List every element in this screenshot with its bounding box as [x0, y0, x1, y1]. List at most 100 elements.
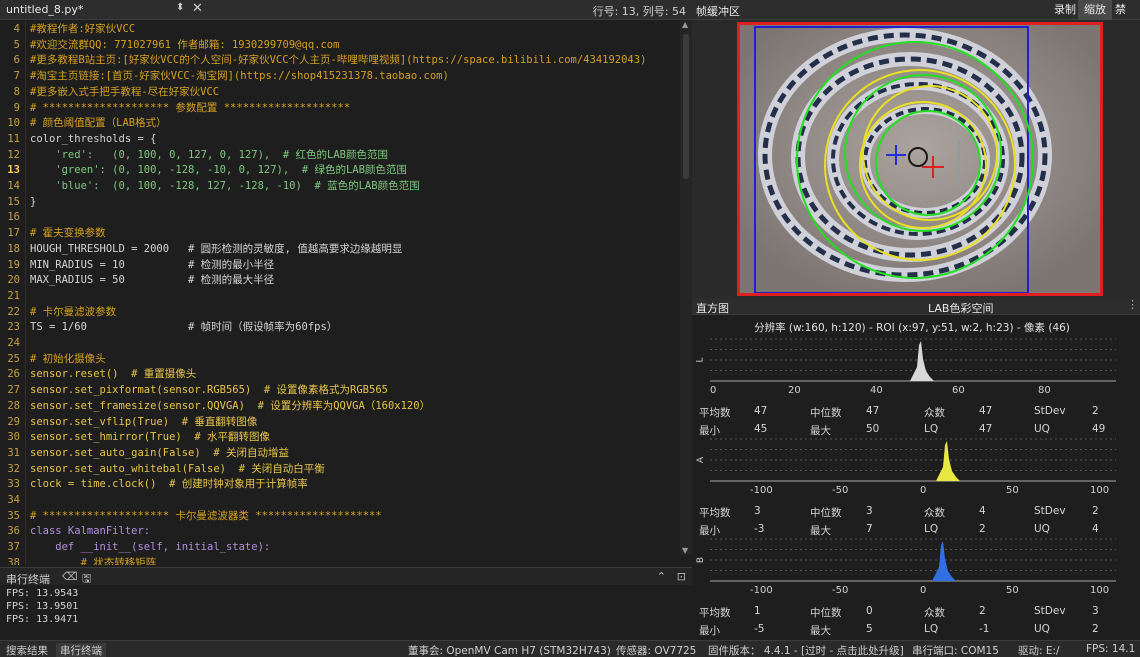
line-number: 16: [7, 211, 20, 224]
code-line[interactable]: 17 # 霍夫变换参数: [0, 226, 105, 242]
code-line[interactable]: 13 'green': (0, 100, -128, -10, 0, 127),…: [0, 163, 407, 179]
code-line[interactable]: 18 HOUGH_THRESHOLD = 2000 # 圆形检测的灵敏度, 值越高…: [0, 242, 402, 258]
line-number: 24: [7, 337, 20, 349]
stat-label-median: 中位数: [810, 407, 842, 419]
line-number: 5: [13, 38, 20, 51]
file-tab[interactable]: untitled_8.py*: [6, 3, 83, 16]
line-number: 25: [7, 352, 20, 365]
file-switch-icon[interactable]: ⬍: [176, 2, 184, 13]
code-line[interactable]: 20 MAX_RADIUS = 50 # 检测的最大半径: [0, 273, 274, 289]
histogram-peak: [936, 441, 960, 481]
code-text: def __init__(self, initial_state):: [30, 541, 271, 554]
stat-label-mode: 众数: [924, 607, 945, 619]
editor-vertical-scrollbar[interactable]: ▲ ▼: [680, 20, 692, 555]
stat-value-min: -3: [754, 523, 765, 535]
code-line[interactable]: 8 #更多嵌入式手把手教程-尽在好家伙VCC: [0, 85, 219, 101]
code-line[interactable]: 30 sensor.set_hmirror(True) # 水平翻转图像: [0, 430, 270, 446]
code-line[interactable]: 35 # ******************** 卡尔曼滤波器类 *******…: [0, 509, 381, 525]
code-line[interactable]: 12 'red': (0, 100, 0, 127, 0, 127), # 红色…: [0, 148, 388, 164]
line-number: 31: [7, 446, 20, 459]
maximize-terminal-icon[interactable]: ⊡: [677, 570, 686, 583]
code-line[interactable]: 23 TS = 1/60 # 帧时间（假设帧率为60fps）: [0, 320, 337, 336]
code-line[interactable]: 9 # ******************** 参数配置 ***********…: [0, 101, 350, 117]
code-line[interactable]: 7 #淘宝主页链接:[首页-好家伙VCC-淘宝网](https://shop415…: [0, 69, 449, 85]
scroll-up-icon[interactable]: ▲: [682, 20, 688, 29]
line-number: 15: [7, 195, 20, 208]
zoom-button[interactable]: 缩放: [1078, 0, 1112, 20]
code-line[interactable]: 26 sensor.reset() # 重置摄像头: [0, 367, 196, 383]
tab-search-results[interactable]: 搜索结果: [6, 643, 48, 657]
stat-value-mean: 1: [754, 605, 761, 617]
code-line[interactable]: 25 # 初始化摄像头: [0, 352, 105, 368]
stat-value-mean: 47: [754, 405, 768, 417]
disable-button[interactable]: 禁用: [1109, 0, 1140, 36]
code-line[interactable]: 6 #更多教程B站主页:[好家伙VCC的个人空间-好家伙VCC个人主页-哔哩哔哩视…: [0, 53, 647, 69]
code-line[interactable]: 10 # 颜色阈值配置（LAB格式）: [0, 116, 166, 132]
stat-label-max: 最大: [810, 425, 831, 437]
camera-frame[interactable]: [737, 22, 1103, 296]
code-line[interactable]: 33 clock = time.clock() # 创建时钟对象用于计算帧率: [0, 477, 307, 493]
histogram-channel-b: B -100 -50 0 50 100 平均数 1 中位数 0 众数 2 StDev 3 最小 -5 最大 5 LQ…: [692, 537, 1140, 637]
histogram-more-icon[interactable]: ⋮: [1127, 298, 1138, 311]
stat-label-mean: 平均数: [699, 607, 731, 619]
channel-label: B: [696, 556, 707, 564]
stat-label-lq: LQ: [924, 423, 939, 435]
scroll-down-icon[interactable]: ▼: [682, 546, 688, 555]
code-line[interactable]: 27 sensor.set_pixformat(sensor.RGB565) # …: [0, 383, 388, 399]
stat-value-max: 7: [866, 523, 873, 535]
line-number: 36: [7, 525, 20, 538]
code-editor[interactable]: 4 #教程作者:好家伙VCC 5 #欢迎交流群QQ: 771027961 作者邮箱: …: [0, 20, 692, 565]
code-text: clock = time.clock() # 创建时钟对象用于计算帧率: [30, 478, 308, 491]
code-line[interactable]: 11 color_thresholds = {: [0, 132, 156, 148]
drive-info[interactable]: 驱动: E:/: [1018, 643, 1060, 657]
stat-value-min: -5: [754, 623, 765, 635]
scroll-thumb[interactable]: [683, 34, 689, 179]
code-line[interactable]: 37 def __init__(self, initial_state):: [0, 540, 270, 556]
close-file-icon[interactable]: ✕: [192, 1, 203, 16]
serial-terminal[interactable]: FPS: 13.9543 FPS: 13.9501 FPS: 13.9471: [0, 585, 692, 640]
code-line[interactable]: 34: [0, 493, 22, 509]
stat-label-max: 最大: [810, 625, 831, 637]
stat-value-stdev: 2: [1092, 505, 1099, 517]
cursor-position: 行号: 13, 列号: 54: [592, 5, 686, 18]
stat-label-max: 最大: [810, 525, 831, 537]
collapse-terminal-icon[interactable]: ⌃: [657, 570, 666, 583]
code-text: }: [30, 195, 37, 208]
code-text: 'green': (0, 100, -128, -10, 0, 127), # …: [30, 164, 407, 177]
code-text: #淘宝主页链接:[首页-好家伙VCC-淘宝网](https://shop4152…: [30, 70, 449, 83]
code-line[interactable]: 4 #教程作者:好家伙VCC: [0, 22, 135, 38]
tick-label: 50: [1006, 485, 1019, 496]
histogram-channel-a: A -100 -50 0 50 100 平均数 3 中位数 3 众数 4 StDev 2 最小 -3 最大 7 LQ…: [692, 437, 1140, 537]
stat-label-min: 最小: [699, 525, 720, 537]
histogram-title: 直方图: [696, 302, 729, 315]
code-text: 'blue': (0, 100, -128, 127, -128, -10) #…: [30, 180, 420, 192]
code-line[interactable]: 15}: [0, 195, 36, 211]
code-line[interactable]: 38 # 状态转移矩阵: [0, 556, 156, 565]
firmware-info[interactable]: 固件版本： 4.4.1 - [过时 - 点击此处升级]: [708, 643, 904, 657]
serial-port-info[interactable]: 串行端口: COM15: [912, 643, 999, 657]
code-line[interactable]: 24: [0, 336, 22, 352]
stat-value-mean: 3: [754, 505, 761, 517]
line-number: 13: [7, 164, 20, 177]
code-line[interactable]: 36 class KalmanFilter:: [0, 524, 150, 540]
histogram-plot: [710, 338, 1116, 382]
histogram-plot: [710, 538, 1116, 582]
line-number: 27: [7, 384, 20, 397]
code-line[interactable]: 5 #欢迎交流群QQ: 771027961 作者邮箱: 1930299709@qq…: [0, 38, 340, 54]
code-line[interactable]: 14 'blue': (0, 100, -128, 127, -128, -10…: [0, 179, 419, 195]
code-line[interactable]: 21: [0, 289, 22, 305]
code-line[interactable]: 32 sensor.set_auto_whitebal(False) # 关闭自动…: [0, 462, 324, 478]
stat-value-max: 50: [866, 423, 880, 435]
stat-label-uq: UQ: [1034, 523, 1050, 535]
color-space-select[interactable]: LAB色彩空间: [928, 300, 993, 316]
code-line[interactable]: 29 sensor.set_vflip(True) # 垂直翻转图像: [0, 415, 257, 431]
code-line[interactable]: 16: [0, 210, 22, 226]
tick-label: 0: [920, 485, 927, 496]
code-line[interactable]: 19 MIN_RADIUS = 10 # 检测的最小半径: [0, 258, 274, 274]
code-line[interactable]: 22 # 卡尔曼滤波参数: [0, 305, 116, 321]
code-line[interactable]: 31 sensor.set_auto_gain(False) # 关闭自动增益: [0, 446, 289, 462]
tab-serial-terminal[interactable]: 串行终端: [56, 643, 106, 657]
clear-terminal-icon[interactable]: ⌫: [62, 570, 78, 583]
code-line[interactable]: 28 sensor.set_framesize(sensor.QQVGA) # 设…: [0, 399, 430, 415]
record-button[interactable]: 录制: [1048, 0, 1082, 20]
